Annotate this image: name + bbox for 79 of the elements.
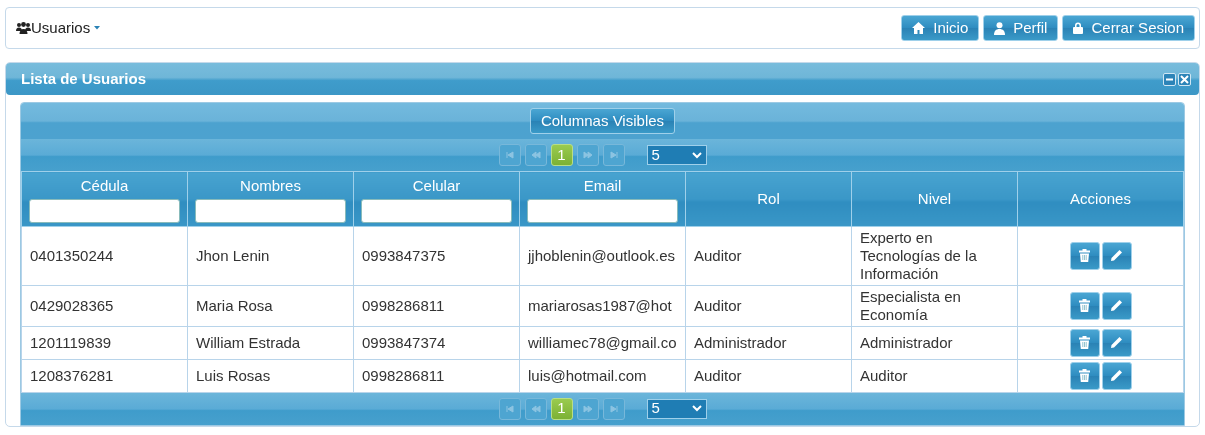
table-cell: 1201119839 (21, 326, 188, 359)
last-page-icon (607, 402, 620, 415)
user-button[interactable]: Perfil (983, 15, 1059, 41)
table-cell: luis@hotmail.com (519, 359, 686, 392)
page-size-select[interactable]: 5 (646, 145, 707, 165)
table-cell: Jhon Lenin (187, 226, 354, 285)
home-icon (912, 22, 926, 34)
column-header: Acciones (1017, 171, 1184, 226)
filter-field[interactable] (527, 198, 678, 223)
column-header: Nombres (239, 176, 302, 196)
close-icon (1180, 74, 1189, 84)
delete-button[interactable] (1069, 241, 1100, 270)
table-cell: Administrador (851, 326, 1018, 359)
page-size-select[interactable]: 5 (646, 398, 707, 419)
pencil-icon (1110, 299, 1123, 312)
column-header: Celular (411, 176, 462, 196)
table-cell: 0993847375 (353, 226, 520, 285)
table-cell: Auditor (685, 359, 852, 392)
home-button[interactable]: Inicio (901, 15, 980, 41)
filter-field[interactable] (29, 198, 180, 223)
lock-button[interactable]: Cerrar Sesion (1062, 15, 1195, 41)
table-cell: 0993847374 (353, 326, 520, 359)
table-cell: jjhoblenin@outlook.es (519, 226, 686, 285)
lock-icon (1073, 22, 1084, 34)
next-page-icon (581, 149, 594, 161)
table-cell: Luis Rosas (187, 359, 354, 392)
table-cell: 0401350244 (21, 226, 188, 285)
table-cell: Administrador (685, 326, 852, 359)
column-header: Email (582, 176, 623, 196)
table-cell: mariarosas1987@hot (519, 285, 686, 326)
page-button[interactable]: 1 (550, 397, 573, 420)
table-cell: Experto en Tecnologías de la Información (851, 226, 1018, 285)
close-button[interactable] (1178, 72, 1191, 86)
table-cell: 0998286811 (353, 359, 520, 392)
first-page-icon (503, 149, 516, 161)
trash-icon (1079, 299, 1090, 312)
pencil-icon (1110, 336, 1123, 349)
pencil-icon (1110, 249, 1123, 262)
caret-icon (93, 25, 103, 31)
column-header: Rol (685, 171, 852, 226)
page-button[interactable]: 1 (550, 144, 573, 166)
filter-field[interactable] (361, 198, 512, 223)
pencil-icon (1110, 369, 1123, 382)
users-icon (16, 22, 31, 34)
panel-title: Lista de Usuarios (21, 68, 147, 89)
table-cell: Auditor (685, 285, 852, 326)
table-cell: 1208376281 (21, 359, 188, 392)
first-page-icon (503, 402, 516, 415)
minimize-button[interactable] (1163, 72, 1176, 86)
user-icon (994, 21, 1006, 35)
edit-button[interactable] (1101, 361, 1132, 390)
next-page-icon (581, 402, 594, 415)
users-menu[interactable]: Usuarios (16, 16, 103, 40)
trash-icon (1079, 369, 1090, 382)
prev-page-icon (529, 149, 542, 161)
table-cell: 0998286811 (353, 285, 520, 326)
chevron-down-icon (691, 151, 702, 159)
prev-page-icon (529, 402, 542, 415)
column-header: Cédula (79, 176, 130, 196)
delete-button[interactable] (1069, 361, 1100, 390)
table-cell: Especialista en Economía (851, 285, 1018, 326)
table-cell: 0429028365 (21, 285, 188, 326)
table-cell: williamec78@gmail.co (519, 326, 686, 359)
edit-button[interactable] (1101, 291, 1132, 320)
trash-icon (1079, 336, 1090, 349)
filter-field[interactable] (195, 198, 346, 223)
table-cell: Auditor (851, 359, 1018, 392)
column-header: Nivel (851, 171, 1018, 226)
edit-button[interactable] (1101, 328, 1132, 357)
last-page-icon (607, 149, 620, 161)
visible-columns-button[interactable]: Columnas Visibles (529, 108, 676, 134)
edit-button[interactable] (1101, 241, 1132, 270)
table-cell: Auditor (685, 226, 852, 285)
chevron-down-icon (691, 405, 702, 412)
delete-button[interactable] (1069, 291, 1100, 320)
delete-button[interactable] (1069, 328, 1100, 357)
table-cell: Maria Rosa (187, 285, 354, 326)
table-cell: William Estrada (187, 326, 354, 359)
trash-icon (1079, 249, 1090, 262)
